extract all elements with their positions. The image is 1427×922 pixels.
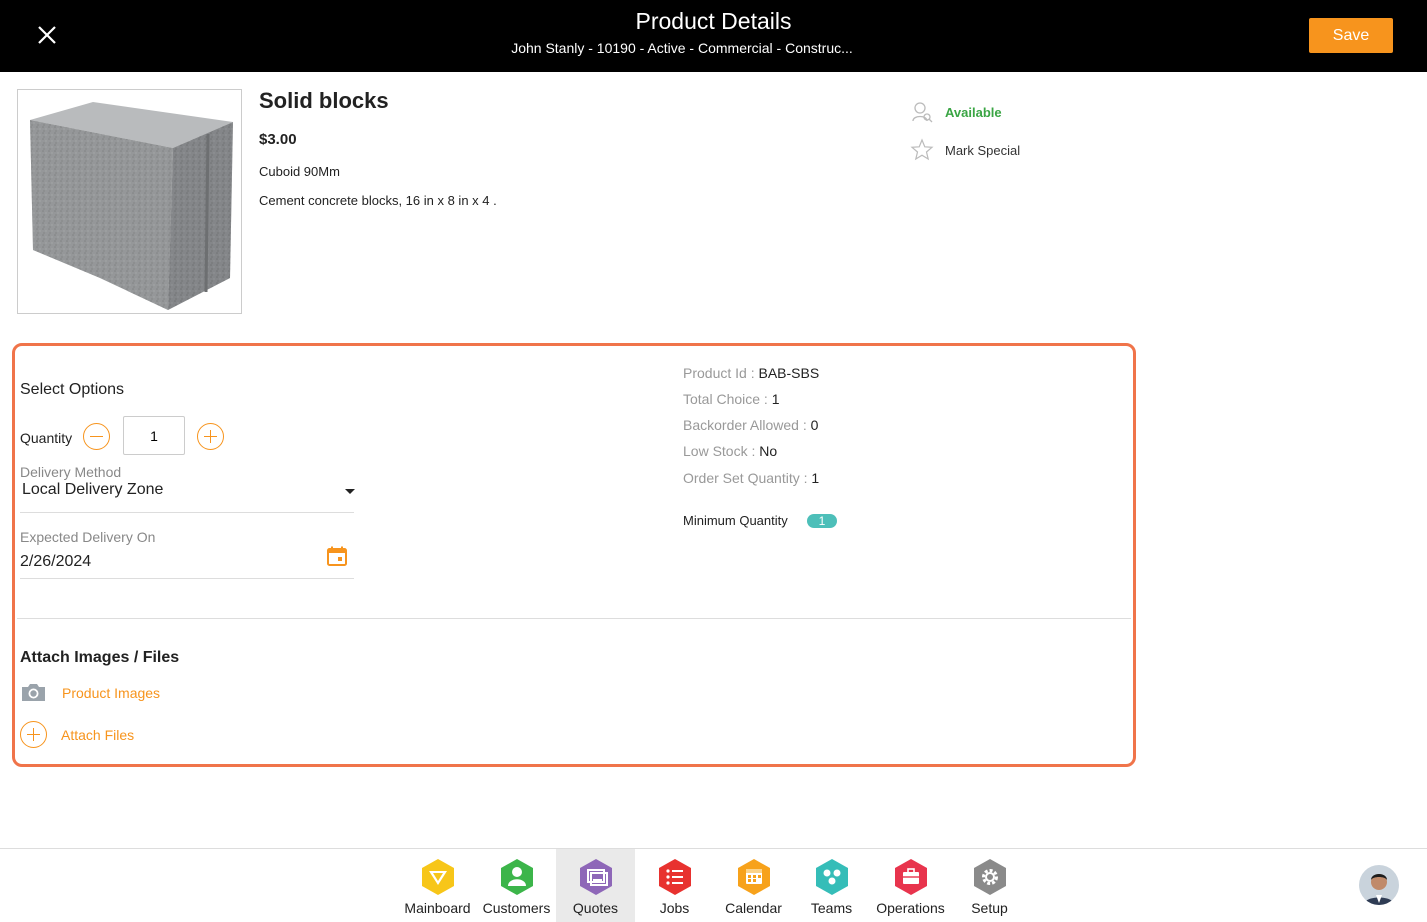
mark-special-label: Mark Special (945, 142, 1021, 158)
operations-icon (895, 859, 927, 895)
options-panel: Select Options Quantity Delivery Method … (12, 343, 1136, 767)
nav-customers[interactable]: Customers (477, 849, 556, 922)
quantity-decrement-button[interactable] (83, 423, 110, 450)
total-choice-row: Total Choice : 1 (683, 391, 780, 407)
user-avatar-image (1359, 865, 1399, 905)
nav-mainboard-label: Mainboard (404, 900, 471, 916)
low-stock-value: No (759, 443, 778, 459)
header-bar: Product Details John Stanly - 10190 - Ac… (0, 0, 1427, 72)
section-divider (17, 618, 1131, 619)
customers-icon (501, 859, 533, 895)
quantity-input[interactable] (123, 416, 185, 455)
nav-quotes-label: Quotes (572, 900, 619, 916)
total-choice-label: Total Choice : (683, 391, 772, 407)
product-variant: Cuboid 90Mm (259, 164, 340, 179)
nav-teams[interactable]: Teams (792, 849, 871, 922)
nav-calendar[interactable]: Calendar (714, 849, 793, 922)
concrete-block-image (30, 102, 233, 310)
product-images-link[interactable]: Product Images (62, 685, 160, 701)
quotes-icon (580, 859, 612, 895)
nav-jobs-label: Jobs (659, 900, 690, 916)
product-id-label: Product Id : (683, 365, 759, 381)
expected-delivery-input[interactable]: 2/26/2024 (20, 553, 91, 571)
page-subtitle: John Stanly - 10190 - Active - Commercia… (511, 40, 853, 56)
product-price: $3.00 (259, 131, 297, 148)
jobs-icon (659, 859, 691, 895)
bottom-navigation: Mainboard Customers Quotes Jobs Calendar… (0, 848, 1427, 922)
availability-status: Available (910, 100, 1002, 124)
expected-delivery-label: Expected Delivery On (20, 529, 156, 545)
delivery-method-select[interactable]: Local Delivery Zone (22, 481, 163, 499)
product-description: Cement concrete blocks, 16 in x 8 in x 4… (259, 193, 497, 208)
order-set-value: 1 (811, 470, 820, 486)
calendar-icon (738, 859, 770, 895)
product-id-value: BAB-SBS (758, 365, 820, 381)
nav-teams-label: Teams (810, 900, 853, 916)
nav-operations-label: Operations (876, 900, 945, 916)
availability-search-user-icon (912, 102, 933, 123)
mainboard-icon (422, 859, 454, 895)
expected-delivery-underline (20, 578, 354, 579)
backorder-row: Backorder Allowed : 0 (683, 417, 818, 433)
chevron-down-icon[interactable] (345, 489, 355, 494)
star-icon (910, 138, 934, 161)
availability-text: Available (945, 104, 1002, 120)
quantity-increment-button[interactable] (197, 423, 224, 450)
order-set-label: Order Set Quantity : (683, 470, 812, 486)
total-choice-value: 1 (771, 391, 780, 407)
nav-mainboard[interactable]: Mainboard (398, 849, 477, 922)
low-stock-row: Low Stock : No (683, 443, 777, 459)
select-options-title: Select Options (20, 381, 125, 398)
delivery-method-label: Delivery Method (20, 464, 122, 480)
nav-calendar-label: Calendar (725, 900, 782, 916)
teams-icon (816, 859, 848, 895)
quantity-label: Quantity (20, 430, 73, 446)
calendar-icon[interactable] (326, 545, 348, 567)
attach-files-plus-icon[interactable] (20, 721, 47, 748)
mark-special-toggle[interactable]: Mark Special (910, 138, 1020, 162)
product-name: Solid blocks (259, 88, 389, 113)
attach-files-link[interactable]: Attach Files (61, 727, 134, 743)
delivery-method-underline (20, 512, 354, 513)
backorder-value: 0 (810, 417, 819, 433)
page-title: Product Details (635, 8, 792, 34)
product-id-row: Product Id : BAB-SBS (683, 365, 819, 381)
nav-setup[interactable]: Setup (950, 849, 1029, 922)
low-stock-label: Low Stock : (683, 443, 760, 459)
camera-icon[interactable] (20, 680, 47, 704)
order-set-row: Order Set Quantity : 1 (683, 470, 819, 486)
save-button[interactable]: Save (1309, 18, 1393, 53)
nav-customers-label: Customers (482, 900, 551, 916)
nav-jobs[interactable]: Jobs (635, 849, 714, 922)
backorder-label: Backorder Allowed : (683, 417, 811, 433)
nav-setup-label: Setup (971, 900, 1008, 916)
nav-quotes[interactable]: Quotes (556, 849, 635, 922)
attach-section-title: Attach Images / Files (20, 649, 180, 666)
avatar[interactable] (1359, 865, 1399, 905)
minimum-quantity-badge: 1 (807, 514, 837, 528)
minimum-quantity-label: Minimum Quantity (683, 513, 788, 528)
product-image (17, 89, 242, 314)
nav-operations[interactable]: Operations (871, 849, 950, 922)
setup-icon (974, 859, 1006, 895)
